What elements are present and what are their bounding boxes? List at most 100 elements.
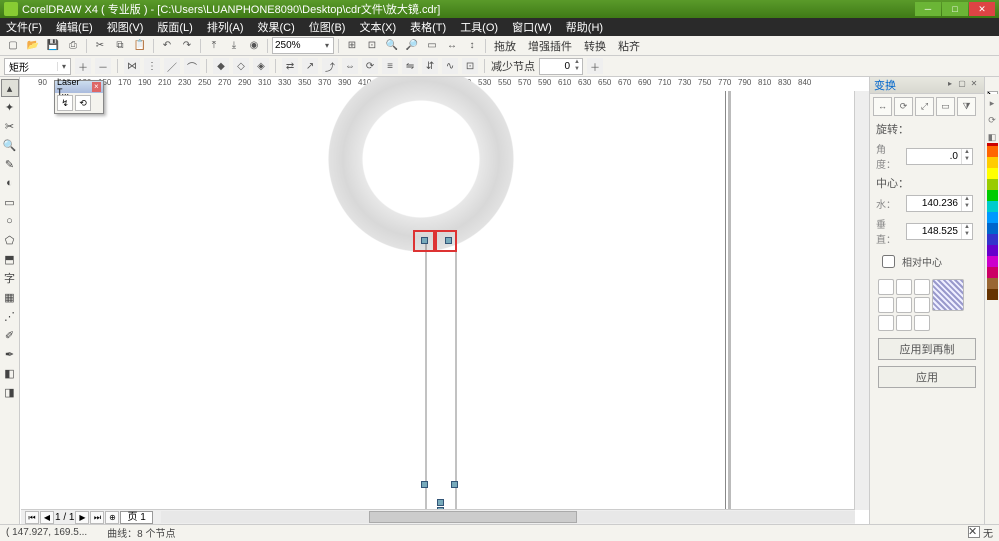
- arrow-up-icon[interactable]: ▲: [962, 149, 972, 156]
- color-swatch[interactable]: [987, 234, 998, 245]
- docker-close-icon[interactable]: ✕: [968, 79, 980, 91]
- export-icon[interactable]: ⤓: [225, 37, 243, 55]
- curve-node[interactable]: [437, 499, 444, 506]
- blend-tool-icon[interactable]: ⋰: [1, 307, 19, 325]
- stretch-icon[interactable]: ⇔: [342, 58, 358, 74]
- save-icon[interactable]: 💾: [44, 37, 62, 55]
- snap-icon[interactable]: ⊞: [343, 37, 361, 55]
- maximize-button[interactable]: □: [942, 2, 968, 16]
- smart-fill-icon[interactable]: ◐: [1, 174, 19, 192]
- menu-table[interactable]: 表格(T): [410, 19, 446, 35]
- docker-minimize-icon[interactable]: ▢: [956, 79, 968, 91]
- color-swatch[interactable]: [987, 168, 998, 179]
- color-swatch[interactable]: [987, 146, 998, 157]
- node-join-icon[interactable]: ⋈: [124, 58, 140, 74]
- page-tab[interactable]: 页 1: [120, 511, 152, 524]
- arrow-up-icon[interactable]: ▲: [572, 59, 582, 66]
- menu-text[interactable]: 文本(X): [359, 19, 396, 35]
- freehand-tool-icon[interactable]: ✎: [1, 155, 19, 173]
- curve-node[interactable]: [451, 481, 458, 488]
- apply-duplicate-button[interactable]: 应用到再制: [878, 338, 976, 360]
- color-swatch[interactable]: [987, 223, 998, 234]
- fill-tool-icon[interactable]: ◧: [1, 364, 19, 382]
- anchor-tc[interactable]: [896, 279, 912, 295]
- color-swatch[interactable]: [987, 289, 998, 300]
- menu-layout[interactable]: 版面(L): [157, 19, 192, 35]
- arrow-down-icon[interactable]: ▼: [962, 231, 972, 238]
- menu-arrange[interactable]: 排列(A): [207, 19, 244, 35]
- center-y-spin[interactable]: ▲▼: [906, 223, 973, 240]
- color-swatch[interactable]: [987, 278, 998, 289]
- canvas[interactable]: [38, 91, 855, 510]
- symm-node-icon[interactable]: ◈: [253, 58, 269, 74]
- prev-page-icon[interactable]: ◀: [40, 511, 54, 524]
- arrow-up-icon[interactable]: ▲: [962, 196, 972, 203]
- menu-view[interactable]: 视图(V): [107, 19, 144, 35]
- add-page-icon[interactable]: ⊕: [105, 511, 119, 524]
- menu-effects[interactable]: 效果(C): [258, 19, 295, 35]
- label-enhance[interactable]: 增强插件: [528, 38, 572, 54]
- ring-shape[interactable]: [328, 77, 514, 252]
- color-swatch[interactable]: [987, 212, 998, 223]
- select-all-nodes-icon[interactable]: ⊡: [462, 58, 478, 74]
- menu-window[interactable]: 窗口(W): [512, 19, 552, 35]
- zoom-width-icon[interactable]: ↔: [443, 37, 461, 55]
- reverse-icon[interactable]: ⇄: [282, 58, 298, 74]
- interactive-fill-icon[interactable]: ◨: [1, 383, 19, 401]
- node-break-icon[interactable]: ⋮: [144, 58, 160, 74]
- curve-node[interactable]: [421, 237, 428, 244]
- fill-indicator[interactable]: ✕ 无: [968, 525, 993, 540]
- center-x-spin[interactable]: ▲▼: [906, 195, 973, 212]
- rectangle-tool-icon[interactable]: ▭: [1, 193, 19, 211]
- anchor-mc[interactable]: [896, 297, 912, 313]
- reduce-nodes-input[interactable]: [540, 61, 572, 72]
- close-button[interactable]: ✕: [969, 2, 995, 16]
- laser-btn-1[interactable]: ↯: [57, 95, 73, 111]
- zoom-page-icon[interactable]: ▭: [423, 37, 441, 55]
- color-swatch[interactable]: [987, 201, 998, 212]
- menu-help[interactable]: 帮助(H): [566, 19, 603, 35]
- copy-icon[interactable]: ⧉: [111, 37, 129, 55]
- last-page-icon[interactable]: ⏭: [90, 511, 104, 524]
- color-swatch[interactable]: [987, 179, 998, 190]
- zoom-fit-icon[interactable]: ⊡: [363, 37, 381, 55]
- first-page-icon[interactable]: ⏮: [25, 511, 39, 524]
- zoom-height-icon[interactable]: ↕: [463, 37, 481, 55]
- open-icon[interactable]: 📂: [24, 37, 42, 55]
- smooth-node-icon[interactable]: ◇: [233, 58, 249, 74]
- undo-icon[interactable]: ↶: [158, 37, 176, 55]
- anchor-tr[interactable]: [914, 279, 930, 295]
- arrow-down-icon[interactable]: ▼: [572, 66, 582, 73]
- rotate-icon[interactable]: ⟳: [894, 97, 913, 116]
- color-swatch[interactable]: [987, 256, 998, 267]
- anchor-bl[interactable]: [878, 315, 894, 331]
- curve-node[interactable]: [445, 237, 452, 244]
- reflect-v-icon[interactable]: ⇵: [422, 58, 438, 74]
- arrow-down-icon[interactable]: ▼: [962, 156, 972, 163]
- pick-tool-icon[interactable]: ▴: [1, 79, 19, 97]
- horizontal-scrollbar[interactable]: [161, 511, 855, 523]
- zoom-level[interactable]: ▾: [272, 37, 334, 54]
- paste-icon[interactable]: 📋: [131, 37, 149, 55]
- anchor-bc[interactable]: [896, 315, 912, 331]
- to-line-icon[interactable]: ／: [164, 58, 180, 74]
- next-page-icon[interactable]: ▶: [75, 511, 89, 524]
- crop-tool-icon[interactable]: ✂: [1, 117, 19, 135]
- anchor-br[interactable]: [914, 315, 930, 331]
- curve-node[interactable]: [421, 481, 428, 488]
- color-swatch[interactable]: [987, 157, 998, 168]
- shape-input[interactable]: [5, 61, 57, 72]
- extend-icon[interactable]: ↗: [302, 58, 318, 74]
- zoom-out-icon[interactable]: 🔎: [403, 37, 421, 55]
- center-y-input[interactable]: [907, 224, 961, 239]
- anchor-tl[interactable]: [878, 279, 894, 295]
- laser-btn-2[interactable]: ⟲: [75, 95, 91, 111]
- eyedropper-icon[interactable]: ✐: [1, 326, 19, 344]
- align-node-icon[interactable]: ≡: [382, 58, 398, 74]
- basic-shapes-icon[interactable]: ⬒: [1, 250, 19, 268]
- new-icon[interactable]: ▢: [4, 37, 22, 55]
- arrow-up-icon[interactable]: ▲: [962, 224, 972, 231]
- extract-icon[interactable]: ⤴: [322, 58, 338, 74]
- cut-icon[interactable]: ✂: [91, 37, 109, 55]
- text-tool-icon[interactable]: 字: [1, 269, 19, 287]
